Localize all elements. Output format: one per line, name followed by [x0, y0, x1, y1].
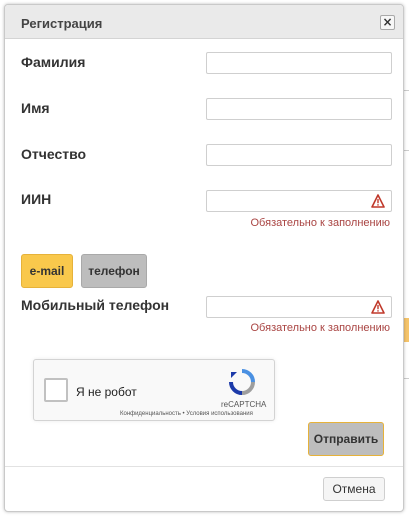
patronymic-input[interactable]	[206, 144, 392, 166]
cancel-button[interactable]: Отмена	[323, 477, 385, 501]
recaptcha-brand: reCAPTCHA	[221, 400, 267, 409]
patronymic-label: Отчество	[21, 146, 87, 162]
recaptcha-links[interactable]: Конфиденциальность • Условия использован…	[120, 411, 253, 417]
surname-input[interactable]	[206, 52, 392, 74]
name-input[interactable]	[206, 98, 392, 120]
surname-label: Фамилия	[21, 54, 86, 70]
registration-dialog: Регистрация × Фамилия Имя Отчество ИИН О…	[4, 4, 404, 512]
recaptcha-logo-icon	[229, 369, 255, 395]
close-button[interactable]: ×	[380, 15, 395, 30]
dialog-title: Регистрация	[21, 16, 103, 31]
mobile-phone-error-text: Обязательно к заполнению	[250, 322, 391, 334]
iin-error-text: Обязательно к заполнению	[250, 217, 391, 229]
warning-icon	[371, 194, 385, 208]
submit-button[interactable]: Отправить	[308, 422, 384, 456]
recaptcha-checkbox[interactable]	[44, 378, 68, 402]
iin-label: ИИН	[21, 191, 52, 207]
recaptcha-label: Я не робот	[76, 385, 137, 399]
recaptcha-widget: Я не робот reCAPTCHA Конфиденциальность …	[33, 359, 275, 421]
iin-input[interactable]	[206, 190, 392, 212]
mobile-phone-input[interactable]	[206, 296, 392, 318]
email-toggle-button[interactable]: e-mail	[21, 254, 73, 288]
warning-icon	[371, 300, 385, 314]
dialog-titlebar: Регистрация ×	[5, 5, 403, 39]
name-label: Имя	[21, 100, 50, 116]
mobile-phone-label: Мобильный телефон	[21, 297, 170, 313]
footer-divider	[5, 466, 403, 467]
phone-toggle-button[interactable]: телефон	[81, 254, 147, 288]
